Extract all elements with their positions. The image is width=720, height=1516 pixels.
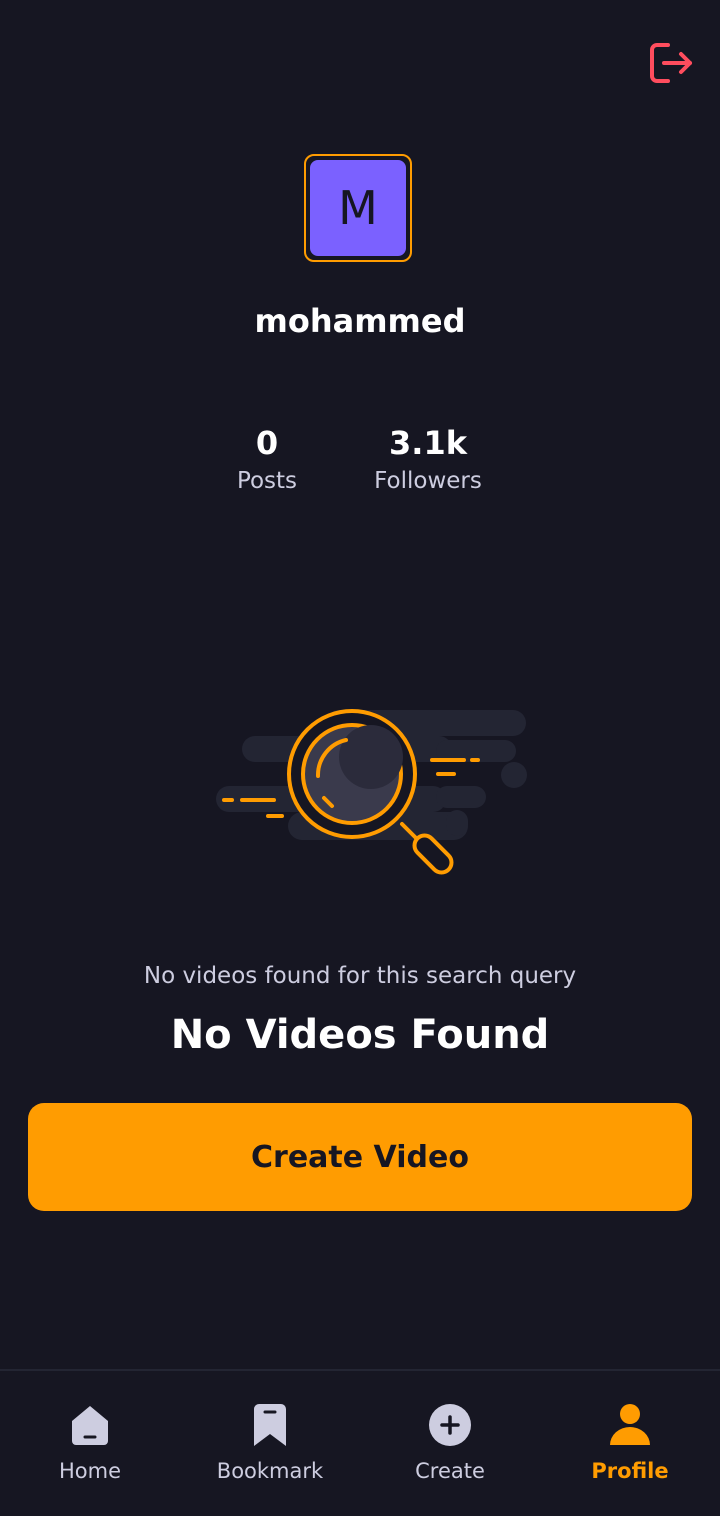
tab-profile-label: Profile — [591, 1459, 669, 1483]
avatar-initial: M — [310, 160, 406, 256]
empty-state-illustration — [206, 700, 536, 880]
magnifying-glass-icon — [216, 709, 527, 875]
tab-profile[interactable]: Profile — [540, 1371, 720, 1516]
bookmark-icon — [246, 1401, 294, 1449]
tab-bookmark[interactable]: Bookmark — [180, 1371, 360, 1516]
plus-icon — [426, 1401, 474, 1449]
avatar: M — [304, 154, 412, 262]
create-video-button[interactable]: Create Video — [28, 1103, 692, 1211]
stat-followers: 3.1k Followers — [348, 422, 508, 494]
profile-icon — [606, 1401, 654, 1449]
tab-home[interactable]: Home — [0, 1371, 180, 1516]
empty-state-title: No Videos Found — [170, 1012, 550, 1058]
tab-create[interactable]: Create — [360, 1371, 540, 1516]
posts-count: 0 — [255, 424, 279, 462]
logout-icon — [650, 43, 692, 83]
posts-label: Posts — [236, 468, 298, 494]
tab-bookmark-label: Bookmark — [216, 1459, 324, 1483]
followers-label: Followers — [374, 468, 482, 494]
username: mohammed — [254, 302, 466, 340]
stat-posts: 0 Posts — [207, 422, 327, 494]
home-icon — [66, 1401, 114, 1449]
followers-count: 3.1k — [389, 424, 467, 462]
tab-create-label: Create — [415, 1459, 485, 1483]
bottom-tab-bar: Home Bookmark Create Profile — [0, 1369, 720, 1516]
logout-button[interactable] — [646, 40, 696, 86]
empty-state-subtitle: No videos found for this search query — [143, 963, 577, 989]
tab-home-label: Home — [58, 1459, 121, 1483]
